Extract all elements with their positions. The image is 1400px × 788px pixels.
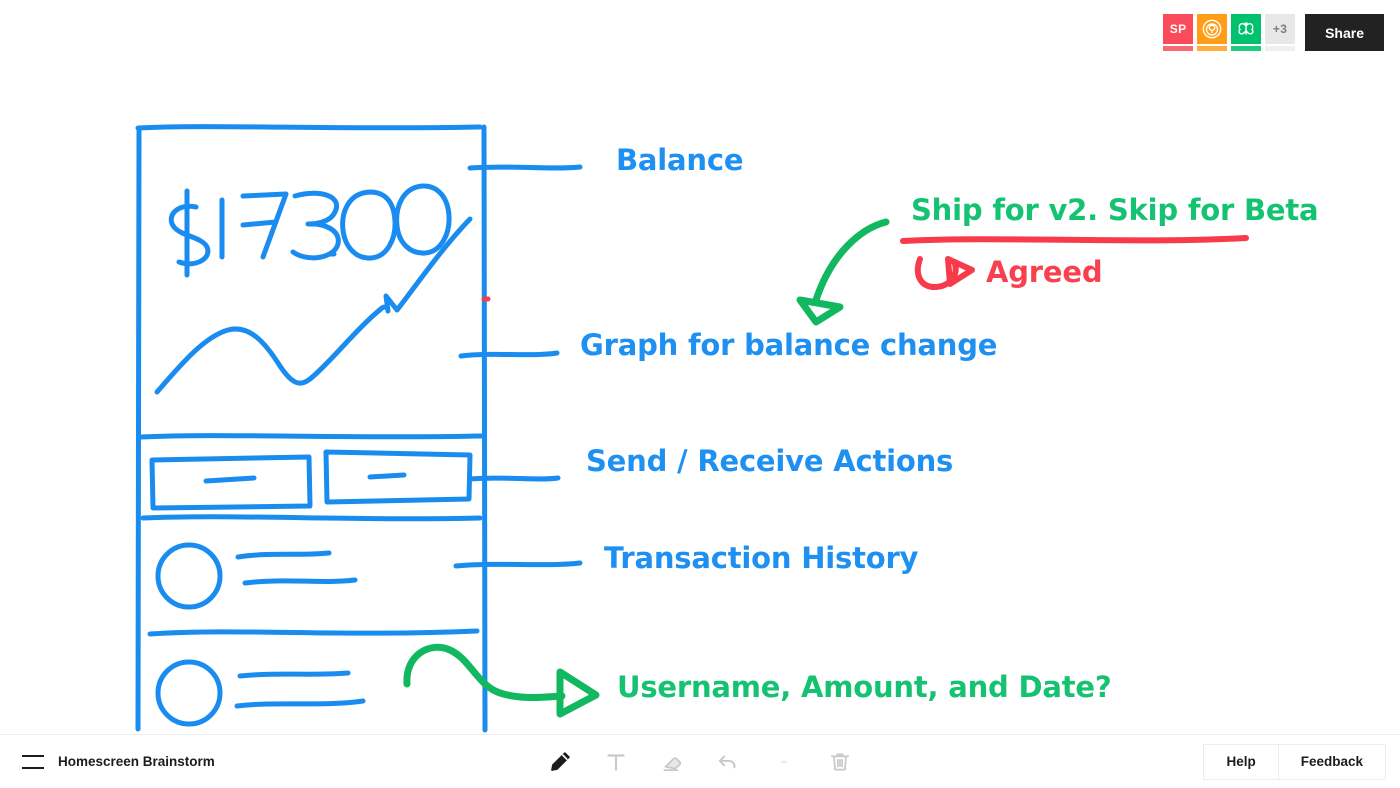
- phone-divider-3: [147, 628, 480, 637]
- bottom-toolbar: Homescreen Brainstorm Help Feedback: [0, 734, 1400, 788]
- balance-amount-sketch: [168, 183, 452, 278]
- avatar-overflow-count: +3: [1265, 14, 1296, 44]
- drawing-canvas[interactable]: Balance Ship for v2. Skip for Beta Agree…: [0, 0, 1400, 735]
- avatar-overflow-status-bar: [1265, 46, 1296, 51]
- eraser-icon: [663, 756, 682, 771]
- annotation-transaction-history[interactable]: Transaction History: [604, 541, 918, 575]
- undo-tool[interactable]: [713, 747, 743, 777]
- text-tool[interactable]: [601, 747, 631, 777]
- eraser-tool[interactable]: [657, 747, 687, 777]
- collaborator-bar: SP +3 Share: [1163, 14, 1384, 51]
- pencil-icon: [551, 751, 570, 771]
- annotation-graph-for-balance-change[interactable]: Graph for balance change: [580, 328, 997, 362]
- avatar-sp[interactable]: SP: [1163, 14, 1194, 51]
- drawing-tools: [545, 747, 855, 777]
- avatar-butterfly-icon: [1231, 14, 1262, 44]
- avatar-sp-initials: SP: [1163, 14, 1194, 44]
- avatar-overflow[interactable]: +3: [1265, 14, 1296, 51]
- sketch-strokes: [135, 124, 1249, 733]
- annotation-ship-for-v2[interactable]: Ship for v2. Skip for Beta: [911, 193, 1319, 227]
- leader-lines: [453, 164, 583, 569]
- text-icon: [607, 753, 625, 771]
- phone-divider-2: [140, 514, 483, 522]
- red-hook-arrow: [914, 256, 975, 290]
- avatar-butterfly[interactable]: [1231, 14, 1262, 51]
- phone-divider-1: [138, 433, 484, 440]
- share-button[interactable]: Share: [1305, 14, 1384, 51]
- avatar-butterfly-status-bar: [1231, 46, 1262, 51]
- redo-icon: [780, 760, 788, 763]
- pen-tool[interactable]: [545, 747, 575, 777]
- annotation-agreed[interactable]: Agreed: [986, 255, 1103, 289]
- undo-icon: [718, 755, 736, 768]
- avatar-lion[interactable]: [1197, 14, 1228, 51]
- annotation-balance[interactable]: Balance: [616, 143, 743, 177]
- bottom-toolbar-left: Homescreen Brainstorm: [0, 754, 215, 769]
- avatar-lion-icon: [1197, 14, 1228, 44]
- avatar-lion-status-bar: [1197, 46, 1228, 51]
- help-button[interactable]: Help: [1203, 743, 1279, 780]
- redo-tool: [769, 747, 799, 777]
- red-underline: [900, 235, 1249, 244]
- transaction-row-1-sketch: [155, 542, 358, 610]
- menu-icon[interactable]: [22, 754, 44, 769]
- whiteboard-app: Balance Ship for v2. Skip for Beta Agree…: [0, 0, 1400, 788]
- green-arrow-to-username: [403, 643, 600, 718]
- transaction-row-2-sketch: [155, 659, 366, 727]
- document-title: Homescreen Brainstorm: [58, 754, 215, 769]
- green-arrow-to-graph: [796, 218, 890, 326]
- trash-icon: [831, 753, 849, 770]
- avatar-sp-status-bar: [1163, 46, 1194, 51]
- bottom-toolbar-right: Help Feedback: [1203, 743, 1386, 780]
- phone-frame-sketch: [135, 124, 488, 733]
- feedback-button[interactable]: Feedback: [1277, 743, 1386, 780]
- annotation-send-receive-actions[interactable]: Send / Receive Actions: [586, 444, 953, 478]
- phone-action-buttons-sketch: [149, 449, 473, 511]
- delete-tool[interactable]: [825, 747, 855, 777]
- annotation-username-amount-date[interactable]: Username, Amount, and Date?: [617, 670, 1112, 704]
